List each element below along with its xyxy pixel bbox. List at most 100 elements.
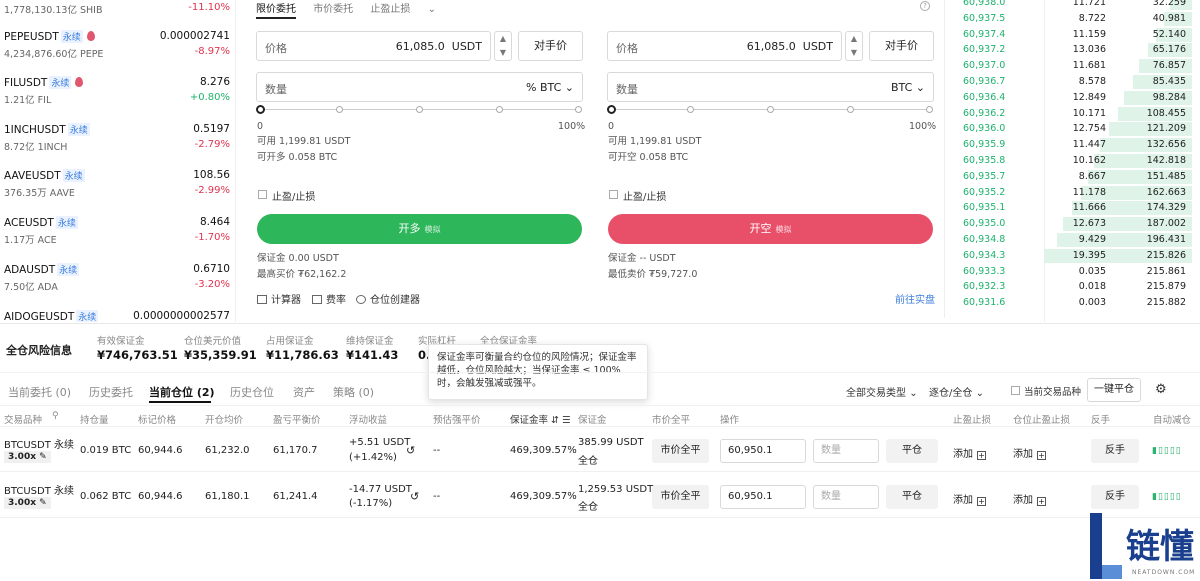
tpsl-checkbox[interactable] — [609, 190, 618, 199]
market-row[interactable]: AIDOGEUSDT 永续 0.0000000002577 — [4, 310, 230, 322]
position-symbol[interactable]: BTCUSDT 永续 — [4, 482, 74, 497]
reverse-button[interactable]: 反手 — [1091, 439, 1139, 463]
close-qty-input[interactable]: 数量 — [813, 439, 879, 463]
market-row[interactable]: ADAUSDT 永续 7.50亿 ADA 0.6710 -3.20% — [4, 263, 230, 307]
current-symbol-checkbox[interactable] — [1011, 386, 1020, 395]
orderbook-row[interactable]: 60,936.2 10.171 108.455 — [956, 106, 1192, 122]
orderbook-row[interactable]: 60,935.8 10.162 142.818 — [956, 153, 1192, 169]
market-volume: 376.35万 AAVE — [4, 188, 75, 199]
orderbook-total: 40.981 — [1152, 12, 1186, 24]
tab-limit-order[interactable]: 限价委托 — [256, 4, 296, 19]
open-short-button[interactable]: 开空 模拟 — [608, 214, 933, 244]
add-position-tpsl-button[interactable]: 添加 + — [1013, 491, 1046, 506]
leverage-badge[interactable]: 3.00x ✎ — [4, 451, 51, 463]
orderbook-size: 8.667 — [1078, 170, 1106, 182]
market-change: -3.20% — [194, 279, 230, 290]
tab-open-orders[interactable]: 当前委托 (0) — [8, 384, 71, 400]
tab-tpsl[interactable]: 止盈止损 ⌄ — [370, 4, 450, 15]
orderbook-row[interactable]: 60,937.2 13.036 65.176 — [956, 42, 1192, 58]
position-builder-button[interactable]: 仓位创建器 — [356, 291, 420, 306]
tab-assets[interactable]: 资产 — [293, 384, 315, 400]
close-price-input[interactable]: 60,950.1 — [720, 439, 806, 463]
quantity-unit-select[interactable]: BTC ⌄ — [891, 81, 925, 94]
market-close-button[interactable]: 市价全平 — [652, 485, 709, 509]
market-row[interactable]: PEPEUSDT 永续 4,234,876.60亿 PEPE 0.00000274… — [4, 30, 230, 74]
pin-icon[interactable]: ⚲ — [52, 411, 59, 421]
slider-handle[interactable] — [256, 105, 265, 114]
orderbook-row[interactable]: 60,936.0 12.754 121.209 — [956, 121, 1192, 137]
logo-subtext: NEATDOWN.COM — [1132, 569, 1196, 576]
margin-value: 385.99 USDT — [578, 437, 644, 448]
add-tpsl-button[interactable]: 添加 + — [953, 445, 986, 460]
slider-handle[interactable] — [607, 105, 616, 114]
close-button[interactable]: 平仓 — [886, 485, 938, 509]
tab-strategies[interactable]: 策略 (0) — [333, 384, 374, 400]
margin-mode-filter[interactable]: 逐仓/全仓 ⌄ — [929, 384, 984, 399]
add-position-tpsl-button[interactable]: 添加 + — [1013, 445, 1046, 460]
short-counter-price-button[interactable]: 对手价 — [869, 31, 934, 61]
close-all-button[interactable]: 一键平仓 — [1087, 378, 1141, 402]
long-quantity-input[interactable]: 数量 % BTC ⌄ — [256, 72, 583, 102]
market-symbol: PEPEUSDT 永续 — [4, 30, 95, 43]
orderbook-row[interactable]: 60,934.8 9.429 196.431 — [956, 232, 1192, 248]
orderbook-row[interactable]: 60,935.9 11.447 132.656 — [956, 137, 1192, 153]
long-price-input[interactable]: 价格 61,085.0 USDT — [256, 31, 491, 61]
market-row[interactable]: AAVEUSDT 永续 376.35万 AAVE 108.56 -2.99% — [4, 169, 230, 213]
close-button[interactable]: 平仓 — [886, 439, 938, 463]
market-row[interactable]: 1,778,130.13亿 SHIB -11.10% — [4, 0, 230, 30]
col-margin-rate[interactable]: 保证金率 ⇵ ☰ — [510, 412, 571, 427]
orderbook-row[interactable]: 60,931.6 0.003 215.882 — [956, 295, 1192, 311]
orderbook-row[interactable]: 60,934.3 19.395 215.826 — [956, 248, 1192, 264]
orderbook-row[interactable]: 60,935.0 12.673 187.002 — [956, 216, 1192, 232]
leverage-badge[interactable]: 3.00x ✎ — [4, 497, 51, 509]
tab-position-history[interactable]: 历史仓位 — [230, 384, 274, 400]
orderbook-row[interactable]: 60,937.4 11.159 52.140 — [956, 27, 1192, 43]
price-value: 61,085.0 USDT — [395, 40, 482, 53]
share-icon[interactable]: ↺ — [410, 490, 419, 503]
orderbook-row[interactable]: 60,937.0 11.681 76.857 — [956, 58, 1192, 74]
orderbook-row[interactable]: 60,936.7 8.578 85.435 — [956, 74, 1192, 90]
orderbook-row[interactable]: 60,933.3 0.035 215.861 — [956, 264, 1192, 280]
close-price-input[interactable]: 60,950.1 — [720, 485, 806, 509]
go-live-link[interactable]: 前往实盘 — [895, 291, 935, 306]
quantity-unit-select[interactable]: % BTC ⌄ — [526, 81, 574, 94]
orderbook-total: 215.879 — [1146, 281, 1186, 293]
calculator-button[interactable]: 计算器 — [257, 291, 301, 306]
market-symbol: AAVEUSDT 永续 — [4, 169, 85, 182]
pnl-percent: (-1.17%) — [349, 498, 393, 509]
tab-order-history[interactable]: 历史委托 — [89, 384, 133, 400]
orderbook-row[interactable]: 60,936.4 12.849 98.284 — [956, 90, 1192, 106]
market-row[interactable]: ACEUSDT 永续 1.17万 ACE 8.464 -1.70% — [4, 216, 230, 260]
slider-tick — [336, 106, 343, 113]
long-counter-price-button[interactable]: 对手价 — [518, 31, 583, 61]
add-tpsl-button[interactable]: 添加 + — [953, 491, 986, 506]
price-stepper[interactable]: ▲ ▼ — [494, 31, 512, 61]
orderbook-row[interactable]: 60,938.0 11.721 32.259 — [956, 0, 1192, 11]
reverse-button[interactable]: 反手 — [1091, 485, 1139, 509]
fee-rate-button[interactable]: 费率 — [312, 291, 346, 306]
settings-sliders-icon[interactable]: ⚙ — [1155, 382, 1167, 397]
help-icon[interactable]: ? — [920, 1, 930, 11]
market-row[interactable]: 1INCHUSDT 永续 8.72亿 1INCH 0.5197 -2.79% — [4, 123, 230, 167]
market-row[interactable]: FILUSDT 永续 1.21亿 FIL 8.276 +0.80% — [4, 76, 230, 120]
tpsl-checkbox[interactable] — [258, 190, 267, 199]
price-stepper[interactable]: ▲ ▼ — [845, 31, 863, 61]
orderbook-row[interactable]: 60,935.1 11.666 174.329 — [956, 200, 1192, 216]
neatdown-logo: 链懂 NEATDOWN.COM — [1086, 513, 1200, 581]
orderbook-total: 121.209 — [1146, 123, 1186, 135]
share-icon[interactable]: ↺ — [406, 444, 415, 457]
trade-type-filter[interactable]: 全部交易类型 ⌄ — [846, 384, 918, 399]
orderbook-row[interactable]: 60,935.2 11.178 162.663 — [956, 185, 1192, 201]
orderbook-row[interactable]: 60,937.5 8.722 40.981 — [956, 11, 1192, 27]
close-qty-input[interactable]: 数量 — [813, 485, 879, 509]
short-price-input[interactable]: 价格 61,085.0 USDT — [607, 31, 842, 61]
quantity-label: 数量 — [265, 83, 287, 96]
orderbook-row[interactable]: 60,935.7 8.667 151.485 — [956, 169, 1192, 185]
orderbook-row[interactable]: 60,932.3 0.018 215.879 — [956, 279, 1192, 295]
short-quantity-input[interactable]: 数量 BTC ⌄ — [607, 72, 934, 102]
tab-market-order[interactable]: 市价委托 — [313, 4, 353, 15]
open-long-button[interactable]: 开多 模拟 — [257, 214, 582, 244]
position-symbol[interactable]: BTCUSDT 永续 — [4, 436, 74, 451]
market-close-button[interactable]: 市价全平 — [652, 439, 709, 463]
tab-current-positions[interactable]: 当前仓位 (2) — [149, 384, 215, 400]
